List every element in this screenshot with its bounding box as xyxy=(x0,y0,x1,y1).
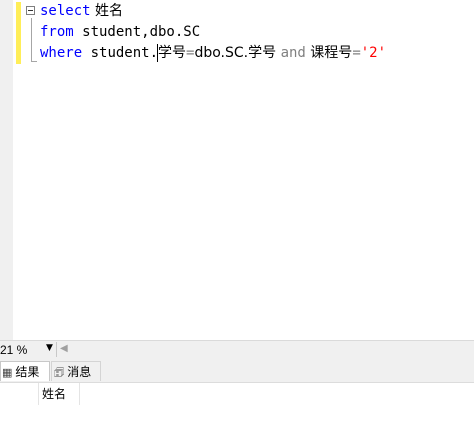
tab-label: 消息 xyxy=(67,365,92,379)
code-text: 姓名 xyxy=(90,3,124,19)
code-text: 学号 xyxy=(158,45,187,61)
code-text: student,dbo.SC xyxy=(73,24,201,40)
keyword-where: where xyxy=(40,45,83,61)
code-text: 课程号 xyxy=(305,45,353,61)
grid-icon: ▦ xyxy=(2,366,13,379)
grid-corner xyxy=(0,383,39,405)
code-text: dbo.SC.学号 xyxy=(194,45,281,61)
keyword-and: and xyxy=(280,45,306,61)
keyword-select: select xyxy=(40,3,91,19)
tab-results[interactable]: ▦ 结果 xyxy=(0,361,50,381)
editor-status-row: 21 % ▼ ◀ xyxy=(0,340,474,358)
keyword-from: from xyxy=(40,24,74,40)
zoom-level[interactable]: 21 % xyxy=(0,342,27,358)
query-editor[interactable]: select 姓名 from student,dbo.SC where stud… xyxy=(0,0,474,340)
editor-left-margin xyxy=(0,0,13,340)
code-line-1[interactable]: select 姓名 xyxy=(40,1,123,21)
tab-messages[interactable]: 🗊 消息 xyxy=(51,361,101,381)
text-caret xyxy=(157,44,158,62)
code-line-3[interactable]: where student.学号=dbo.SC.学号 and 课程号='2' xyxy=(40,43,386,63)
code-line-2[interactable]: from student,dbo.SC xyxy=(40,22,200,42)
results-tabbar: ▦ 结果 🗊 消息 xyxy=(0,358,474,382)
change-tracking-bar xyxy=(16,2,21,64)
outline-guide-end xyxy=(31,61,37,62)
results-grid[interactable]: 姓名 xyxy=(0,382,474,430)
collapse-icon[interactable] xyxy=(26,6,35,15)
column-header[interactable]: 姓名 xyxy=(38,383,80,405)
string-literal: '2' xyxy=(360,45,387,61)
tab-label: 结果 xyxy=(15,365,40,379)
divider xyxy=(56,342,57,357)
message-icon: 🗊 xyxy=(54,366,65,379)
code-text: student. xyxy=(82,45,159,61)
scroll-left-icon[interactable]: ◀ xyxy=(60,343,68,354)
outline-guide xyxy=(31,18,32,62)
chevron-down-icon[interactable]: ▼ xyxy=(46,343,53,353)
operator-equals: = xyxy=(352,45,361,61)
